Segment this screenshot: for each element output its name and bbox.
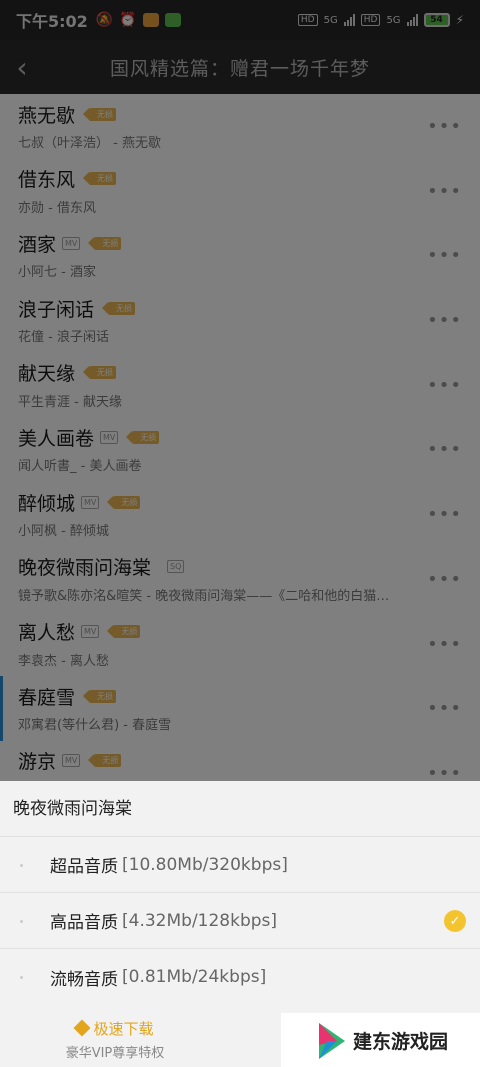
- diamond-icon: [73, 1019, 91, 1037]
- quality-name: 高品音质: [50, 913, 118, 933]
- bullet-icon: [20, 920, 23, 923]
- watermark: 建东游戏园: [281, 1013, 480, 1067]
- dim-overlay[interactable]: [0, 0, 480, 781]
- quality-option-smooth[interactable]: 流畅音质 [0.81Mb/24kbps]: [0, 949, 480, 1005]
- vip-download-sub: 豪华VIP尊享特权: [65, 1045, 165, 1061]
- vip-download-button[interactable]: 极速下载 豪华VIP尊享特权: [0, 1011, 230, 1067]
- quality-detail: [10.80Mb/320kbps]: [122, 854, 288, 875]
- sheet-title: 晚夜微雨问海棠: [0, 781, 480, 837]
- vip-download-label: 极速下载: [93, 1019, 154, 1038]
- quality-name: 流畅音质: [50, 969, 118, 990]
- watermark-logo-icon: [319, 1023, 345, 1059]
- quality-option-high[interactable]: 高品音质 [4.32Mb/128kbps] ✓: [0, 893, 480, 949]
- check-icon: ✓: [444, 910, 466, 932]
- quality-detail: [4.32Mb/128kbps]: [122, 910, 278, 931]
- bullet-icon: [20, 864, 23, 867]
- bullet-icon: [20, 976, 23, 979]
- quality-name: 超品音质: [50, 857, 118, 877]
- watermark-text: 建东游戏园: [353, 1031, 449, 1053]
- quality-detail: [0.81Mb/24kbps]: [122, 967, 267, 987]
- quality-option-super[interactable]: 超品音质 [10.80Mb/320kbps]: [0, 837, 480, 893]
